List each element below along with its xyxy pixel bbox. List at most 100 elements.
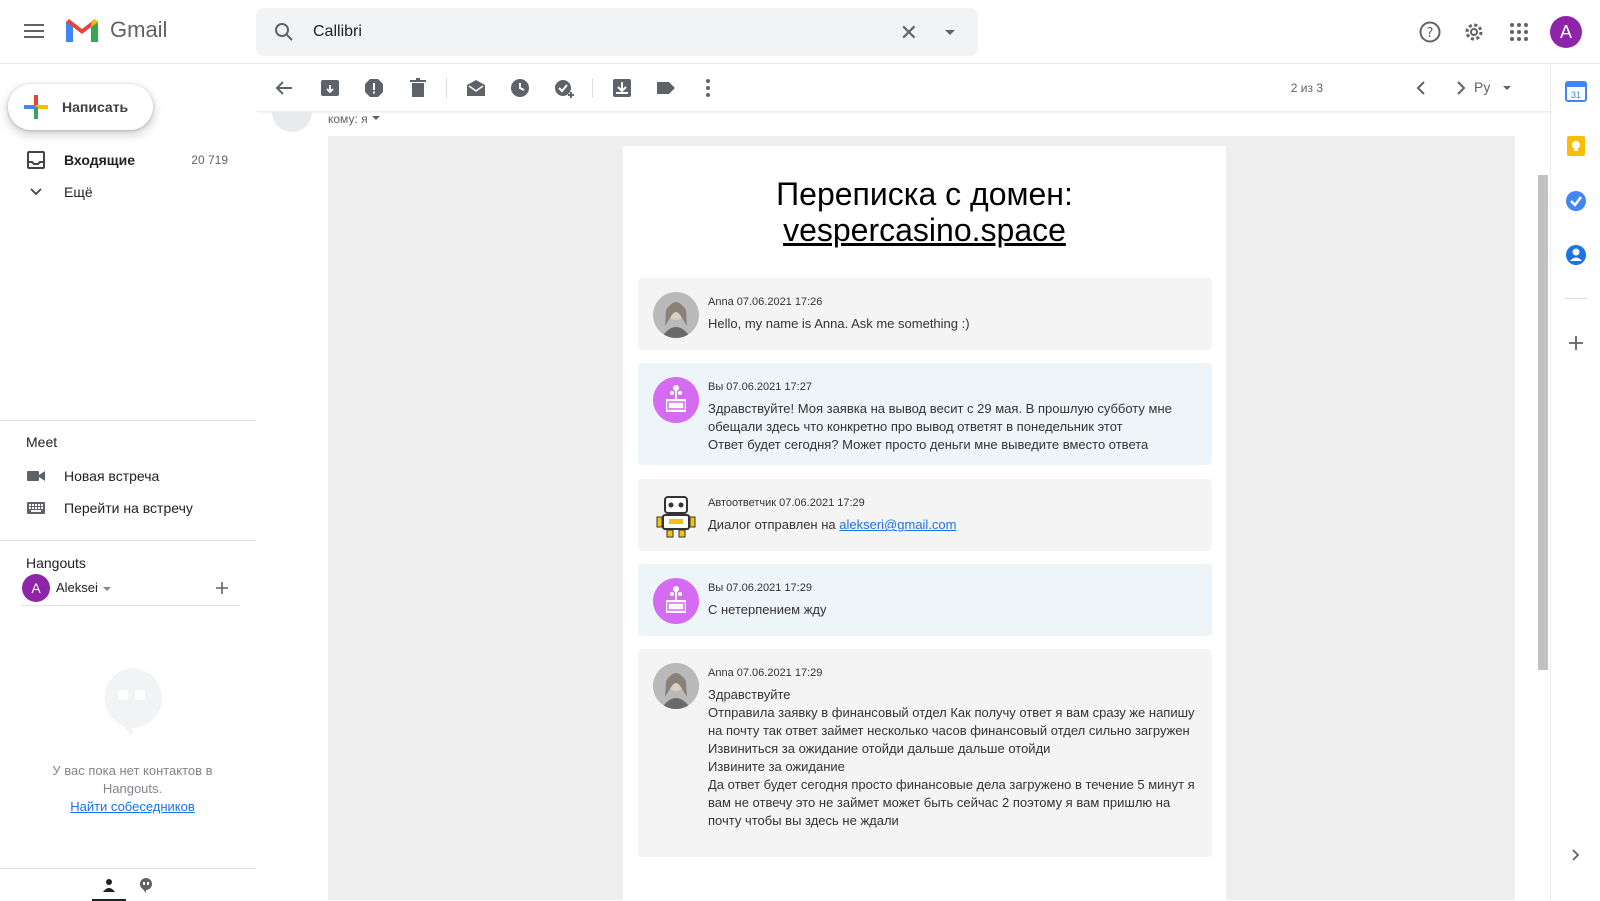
gmail-m-icon <box>66 19 98 42</box>
compose-label: Написать <box>62 99 129 115</box>
calendar-icon[interactable]: 31 <box>1565 80 1587 102</box>
svg-text:?: ? <box>1427 26 1434 41</box>
contacts-tab[interactable] <box>92 869 126 901</box>
domain-link[interactable]: vespercasino.space <box>783 212 1066 248</box>
sidebar-item-inbox[interactable]: Входящие 20 719 <box>0 144 240 176</box>
main-menu-icon[interactable] <box>22 20 46 44</box>
label-tag-icon[interactable] <box>654 76 678 100</box>
anna-avatar <box>653 663 699 709</box>
add-task-icon[interactable] <box>552 76 576 100</box>
more-vert-icon[interactable] <box>696 76 720 100</box>
chat-message: Автоответчик 07.06.2021 17:29 Диалог отп… <box>638 479 1212 551</box>
message-line: Ответ будет сегодня? Может просто деньги… <box>708 437 1149 452</box>
delete-trash-icon[interactable] <box>406 76 430 100</box>
message-toolbar: 2 из 3 Ру <box>256 64 1556 112</box>
search-options-icon[interactable] <box>940 22 960 42</box>
status-dropdown-icon[interactable] <box>102 584 112 594</box>
message-body: Здравствуйте Отправила заявку в финансов… <box>708 686 1196 830</box>
hangouts-empty-hint: У вас пока нет контактов в Hangouts. Най… <box>40 762 225 816</box>
recipient-details-icon[interactable] <box>371 113 381 123</box>
message-meta: Anna 07.06.2021 17:29 <box>708 667 823 679</box>
pagination-count: 2 из 3 <box>1290 81 1323 95</box>
clear-search-icon[interactable]: ✕ <box>900 20 918 46</box>
join-meeting-item[interactable]: Перейти на встречу <box>0 492 240 524</box>
hangouts-user-row[interactable]: A Aleksei <box>22 570 240 606</box>
chevron-left-icon[interactable] <box>1409 76 1433 100</box>
keep-icon[interactable] <box>1565 135 1587 157</box>
divider <box>0 540 256 541</box>
gmail-logo[interactable]: Gmail <box>64 16 167 44</box>
mark-unread-icon[interactable] <box>464 76 488 100</box>
message-meta: Вы 07.06.2021 17:27 <box>708 381 812 393</box>
chat-message: Вы 07.06.2021 17:27 Здравствуйте! Моя за… <box>638 363 1212 465</box>
user-avatar <box>653 377 699 423</box>
side-panel: 31 <box>1550 64 1600 900</box>
move-to-icon[interactable] <box>610 76 634 100</box>
input-language-label: Ру <box>1474 79 1491 95</box>
sender-avatar <box>272 112 312 132</box>
snooze-clock-icon[interactable] <box>508 76 532 100</box>
hangouts-quote-icon <box>104 668 162 736</box>
message-body: Hello, my name is Anna. Ask me something… <box>708 315 1196 333</box>
report-spam-icon[interactable] <box>362 76 386 100</box>
contacts-icon[interactable] <box>1565 244 1587 266</box>
input-language-toggle[interactable]: Ру <box>1474 79 1514 99</box>
new-meeting-label: Новая встреча <box>64 468 160 484</box>
video-camera-icon <box>27 471 45 481</box>
transcript-title: Переписка с домен: vespercasino.space <box>623 176 1226 248</box>
content-scrollbar[interactable] <box>1538 175 1548 670</box>
add-contact-icon[interactable] <box>214 580 230 596</box>
svg-text:31: 31 <box>1571 90 1581 100</box>
inbox-icon <box>27 151 45 169</box>
chevron-right-icon[interactable] <box>1449 76 1473 100</box>
hangouts-user-name: Aleksei <box>56 580 98 595</box>
archive-icon[interactable] <box>318 76 342 100</box>
sidebar-item-label: Ещё <box>64 184 93 200</box>
search-box[interactable]: Callibri ✕ <box>256 8 978 56</box>
top-bar: Gmail Callibri ✕ ? A <box>0 0 1600 64</box>
message-text: Диалог отправлен на <box>708 517 836 532</box>
compose-plus-icon <box>24 95 48 119</box>
message-body: Здравствуйте! Моя заявка на вывод весит … <box>708 400 1196 454</box>
new-meeting-item[interactable]: Новая встреча <box>0 460 240 492</box>
account-avatar[interactable]: A <box>1550 16 1582 48</box>
email-link[interactable]: alekseri@gmail.com <box>839 517 956 532</box>
chat-message: Anna 07.06.2021 17:29 Здравствуйте Отпра… <box>638 649 1212 857</box>
toolbar-separator <box>592 78 593 98</box>
expand-panel-icon[interactable] <box>1565 844 1587 866</box>
anna-avatar <box>653 292 699 338</box>
chevron-down-icon <box>1503 86 1511 90</box>
side-panel-divider <box>1565 298 1587 299</box>
message-meta: Anna 07.06.2021 17:26 <box>708 296 823 308</box>
apps-grid-icon[interactable] <box>1507 20 1531 44</box>
compose-button[interactable]: Написать <box>8 84 153 130</box>
tasks-icon[interactable] <box>1565 190 1587 212</box>
message-meta: Автоответчик 07.06.2021 17:29 <box>708 497 865 509</box>
message-line: Hello, my name is Anna. Ask me something… <box>708 316 970 331</box>
keyboard-icon <box>27 502 45 514</box>
add-addon-icon[interactable] <box>1565 332 1587 354</box>
chevron-down-icon <box>30 188 42 196</box>
hangouts-bottom-tabs <box>0 868 256 901</box>
conversations-tab-icon[interactable] <box>138 877 154 893</box>
search-input[interactable]: Callibri <box>313 23 362 41</box>
robot-avatar <box>653 493 699 539</box>
help-icon[interactable]: ? <box>1418 20 1442 44</box>
message-line: Извиниться за ожидание отойди дальше дал… <box>708 741 1051 756</box>
recipient-line[interactable]: кому: я <box>328 112 381 126</box>
back-arrow-icon[interactable] <box>272 76 296 100</box>
app-name: Gmail <box>110 17 168 42</box>
message-line: Да ответ будет сегодня просто финансовые… <box>708 777 1195 828</box>
search-icon[interactable] <box>272 20 296 44</box>
email-html-background: Переписка с домен: vespercasino.space An… <box>328 136 1515 900</box>
join-meeting-label: Перейти на встречу <box>64 500 193 516</box>
find-contacts-link[interactable]: Найти собеседников <box>70 799 195 814</box>
settings-gear-icon[interactable] <box>1462 20 1486 44</box>
inbox-count: 20 719 <box>191 153 228 167</box>
message-line: Здравствуйте <box>708 687 791 702</box>
transcript-title-line: Переписка с домен: <box>776 176 1073 212</box>
email-body-area: кому: я Переписка с домен: vespercasino.… <box>256 112 1556 900</box>
sidebar-item-more[interactable]: Ещё <box>0 176 240 208</box>
message-line: Отправила заявку в финансовый отдел Как … <box>708 705 1195 738</box>
recipient-text: кому: я <box>328 112 368 126</box>
